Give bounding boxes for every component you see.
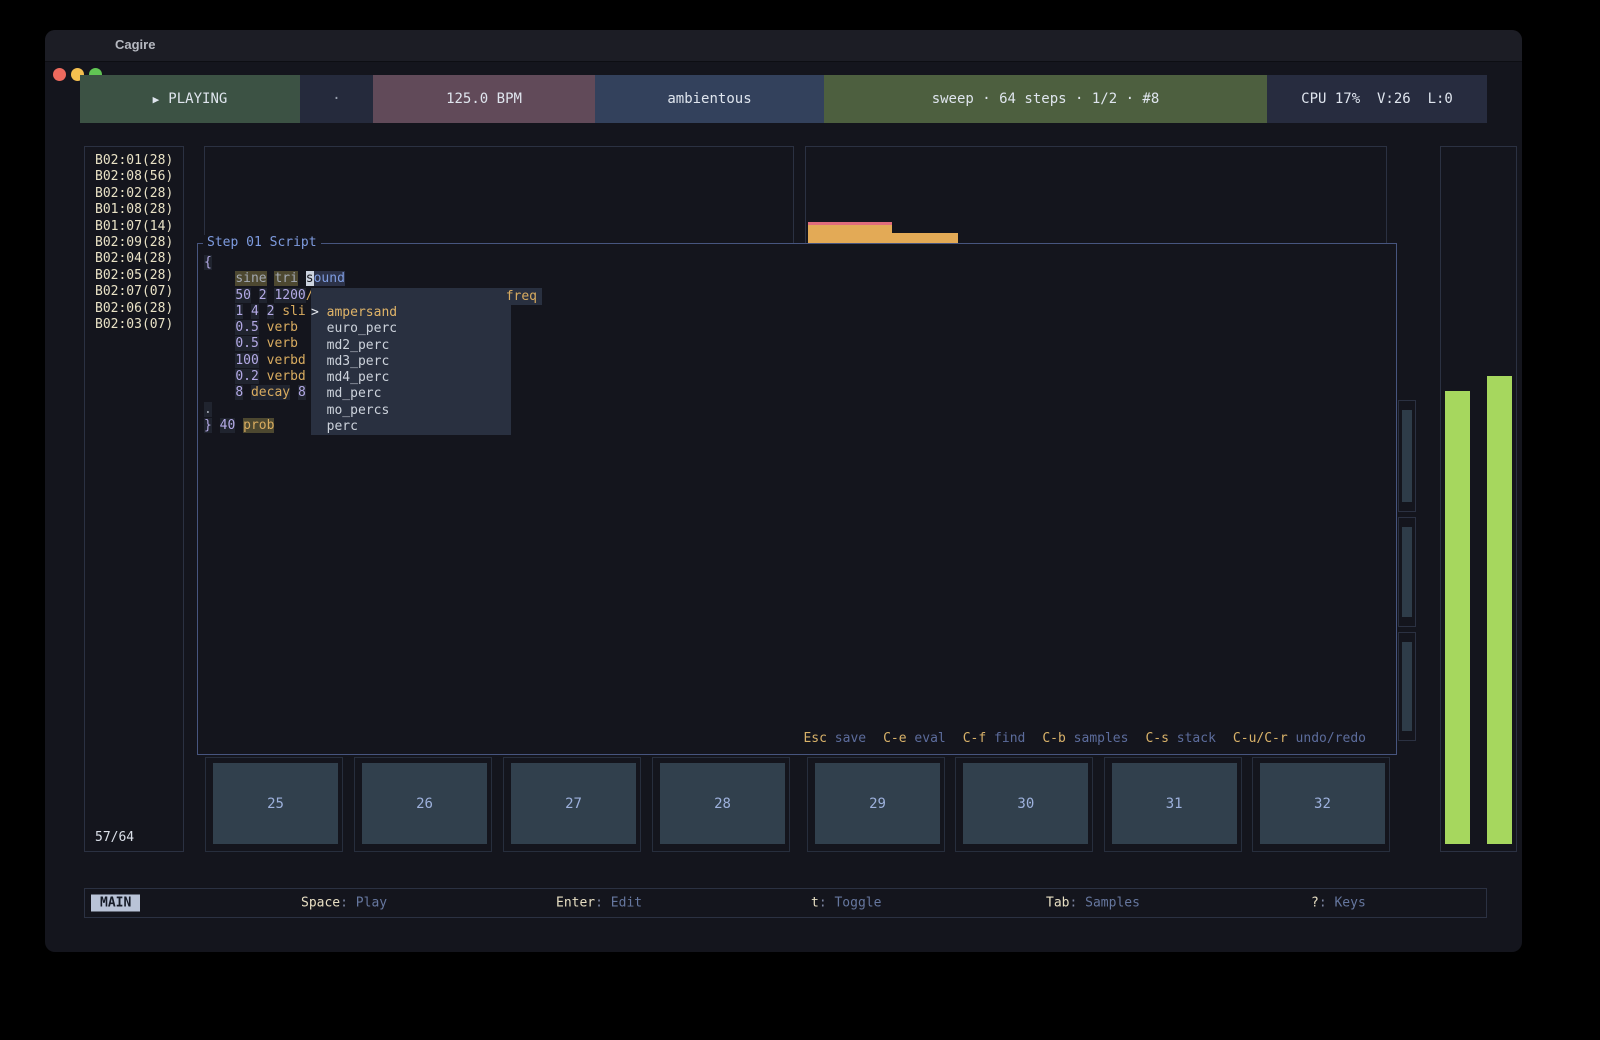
level-meter-right <box>1487 376 1512 844</box>
code-line: { <box>204 255 345 271</box>
step-cell[interactable]: 30 <box>963 763 1088 844</box>
completion-item[interactable]: md3_perc <box>311 354 511 370</box>
step-slot: 30 <box>955 757 1093 852</box>
background-cell <box>1398 400 1416 512</box>
sample-list-item[interactable]: B01:07(14) <box>95 219 173 235</box>
waveform-block-tall <box>808 222 892 243</box>
step-cell[interactable]: 32 <box>1260 763 1385 844</box>
keybind-hint: C-u/C-r undo/redo <box>1233 731 1366 746</box>
code-line: sine tri sound <box>204 271 345 287</box>
step-cell[interactable]: 28 <box>660 763 785 844</box>
bpm-display: 125.0 BPM <box>373 75 595 123</box>
step-slot: 32 <box>1252 757 1390 852</box>
completion-item[interactable]: md2_perc <box>311 338 511 354</box>
sample-list-item[interactable]: B02:09(28) <box>95 235 173 251</box>
step-cell[interactable]: 25 <box>213 763 338 844</box>
transport-status: ▶ PLAYING <box>80 75 300 123</box>
statusbar-hint: ?: Keys <box>1311 896 1366 911</box>
sample-list-item[interactable]: B02:05(28) <box>95 268 173 284</box>
completion-item[interactable]: > ampersand <box>311 305 511 321</box>
statusbar-hint: t: Toggle <box>811 896 881 911</box>
step-slot: 26 <box>354 757 492 852</box>
completion-popup: > ampersand euro_perc md2_perc md3_perc … <box>311 305 511 435</box>
level-meter-left <box>1445 391 1470 844</box>
statusbar-hint: Space: Play <box>301 896 387 911</box>
close-window-icon[interactable] <box>53 68 66 81</box>
window-title: Cagire <box>115 37 155 52</box>
completion-item[interactable]: euro_perc <box>311 321 511 337</box>
statusbar-hint: Enter: Edit <box>556 896 642 911</box>
script-editor[interactable]: Step 01 Script { sine tri sound 50 2 120… <box>197 243 1397 755</box>
step-slot: 31 <box>1104 757 1242 852</box>
step-counter: 57/64 <box>95 830 134 845</box>
keybind-hint: C-s stack <box>1145 731 1215 746</box>
completion-item[interactable]: mo_percs <box>311 403 511 419</box>
app-screen: Cagire ▶ PLAYING · 125.0 BPM ambientous s… <box>0 0 1600 1040</box>
waveform-block-short <box>892 233 958 243</box>
bottom-status-bar: MAIN Space: Play Enter: Edit t: Toggle Tab:… <box>84 888 1487 918</box>
step-cell[interactable]: 29 <box>815 763 940 844</box>
pattern-info: sweep · 64 steps · 1/2 · #8 <box>824 75 1267 123</box>
sample-list: B02:01(28)B02:08(56)B02:02(28)B01:08(28)… <box>95 153 173 333</box>
background-cell <box>1398 632 1416 741</box>
scene-name: ambientous <box>595 75 824 123</box>
step-cell-group-right: 29 30 31 32 <box>807 757 1390 852</box>
step-slot: 25 <box>205 757 343 852</box>
transport-label: PLAYING <box>168 91 227 107</box>
keybind-hint: Esc save <box>803 731 866 746</box>
completion-item[interactable]: md_perc <box>311 386 511 402</box>
step-slot: 27 <box>503 757 641 852</box>
sample-list-item[interactable]: B02:01(28) <box>95 153 173 169</box>
top-status-bar: ▶ PLAYING · 125.0 BPM ambientous sweep · … <box>80 75 1487 123</box>
system-stats: CPU 17% V:26 L:0 <box>1267 75 1487 123</box>
sample-list-panel: B02:01(28)B02:08(56)B02:02(28)B01:08(28)… <box>84 146 184 852</box>
sample-list-item[interactable]: B02:07(07) <box>95 284 173 300</box>
sample-list-item[interactable]: B02:06(28) <box>95 301 173 317</box>
editor-title: Step 01 Script <box>203 235 321 250</box>
background-cell <box>1398 517 1416 627</box>
grid-panel-left <box>204 146 794 244</box>
completion-item[interactable]: perc <box>311 419 511 435</box>
level-meters-panel <box>1440 146 1517 852</box>
completion-signature: freq <box>311 288 542 305</box>
step-cell[interactable]: 27 <box>511 763 636 844</box>
grid-panel-right <box>805 146 1387 244</box>
window-titlebar <box>45 30 1522 62</box>
mode-badge: MAIN <box>91 895 140 912</box>
sample-list-item[interactable]: B02:08(56) <box>95 169 173 185</box>
step-cell[interactable]: 31 <box>1112 763 1237 844</box>
step-slot: 29 <box>807 757 945 852</box>
sample-list-item[interactable]: B01:08(28) <box>95 202 173 218</box>
keybind-hint: C-f find <box>963 731 1026 746</box>
step-cell[interactable]: 26 <box>362 763 487 844</box>
beat-dot-indicator: · <box>300 75 373 123</box>
statusbar-hint: Tab: Samples <box>1046 896 1140 911</box>
completion-item[interactable]: md4_perc <box>311 370 511 386</box>
step-cell-group-left: 25 26 27 28 <box>205 757 790 852</box>
play-icon: ▶ <box>153 93 160 106</box>
keybind-hint: C-e eval <box>883 731 946 746</box>
editor-keybinds: Esc save C-e eval C-f find C-b samples C-s s… <box>803 731 1366 746</box>
background-cell-column <box>1399 146 1417 852</box>
sample-list-item[interactable]: B02:03(07) <box>95 317 173 333</box>
sample-list-item[interactable]: B02:04(28) <box>95 251 173 267</box>
keybind-hint: C-b samples <box>1042 731 1128 746</box>
step-slot: 28 <box>652 757 790 852</box>
sample-list-item[interactable]: B02:02(28) <box>95 186 173 202</box>
